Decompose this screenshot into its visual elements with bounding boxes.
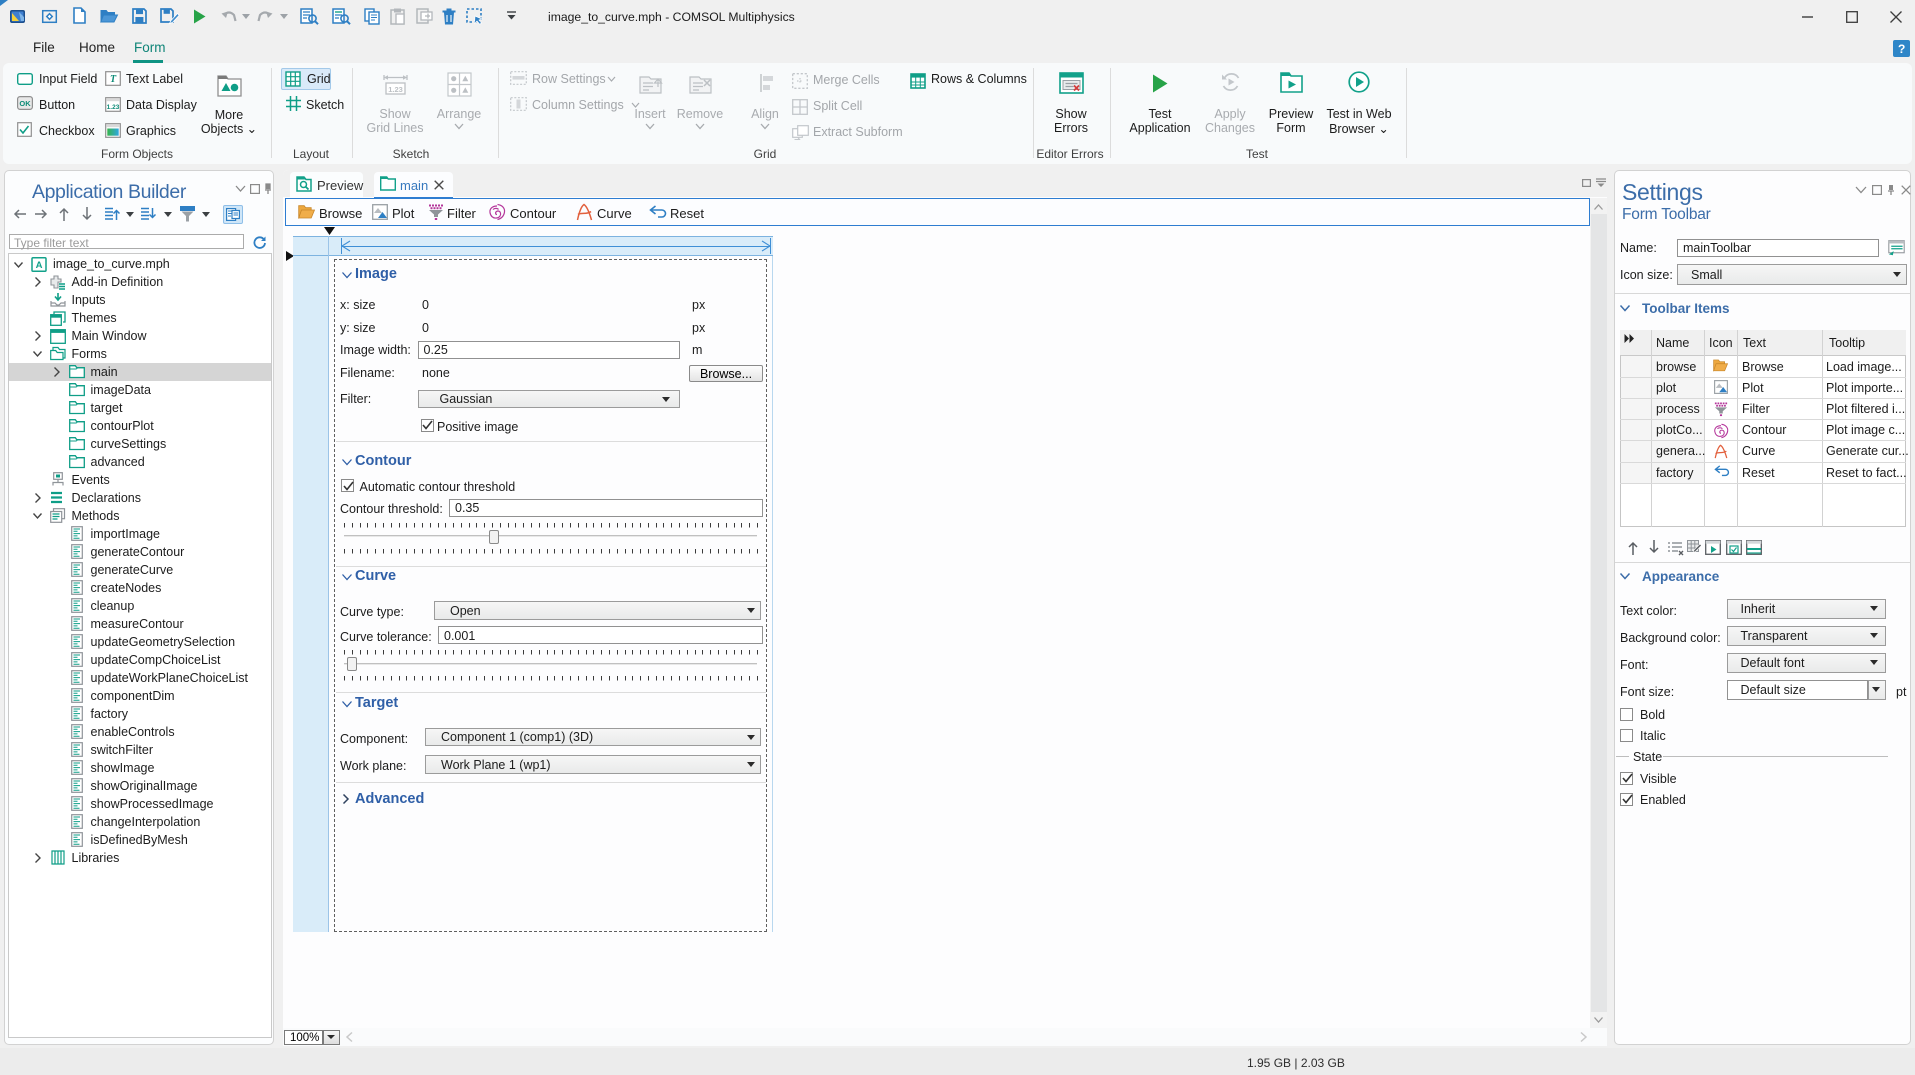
svg-text:A: A <box>36 260 43 271</box>
svg-text:1.23: 1.23 <box>107 104 120 111</box>
svg-text:1.23: 1.23 <box>388 85 403 94</box>
svg-text:OK: OK <box>19 99 31 108</box>
svg-text:T: T <box>110 74 117 85</box>
